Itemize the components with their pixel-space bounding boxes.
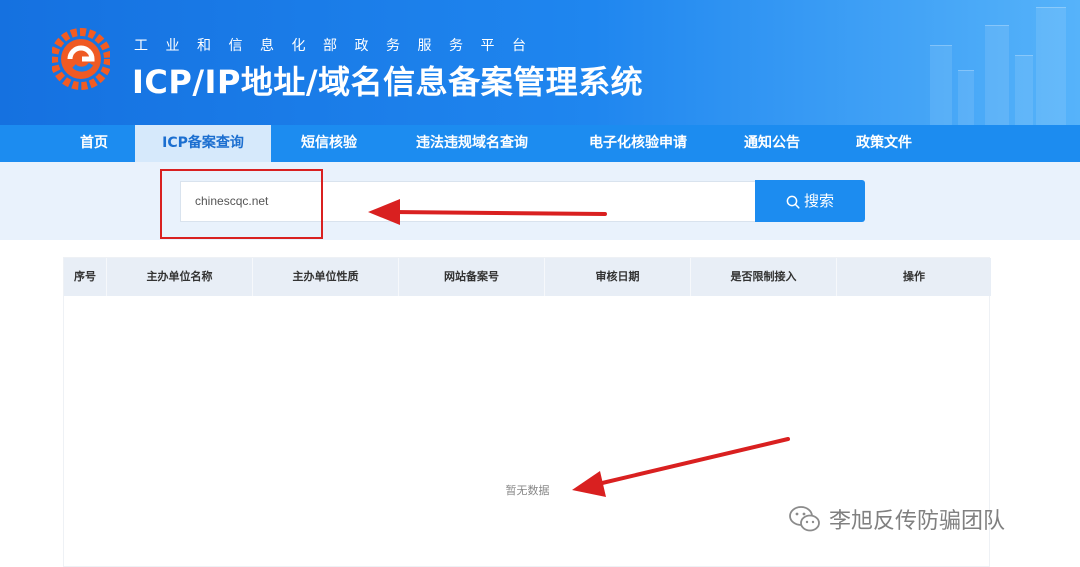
annotation-arrows — [368, 199, 790, 497]
wechat-icon — [789, 506, 820, 532]
watermark: 李旭反传防骗团队 — [788, 503, 1005, 539]
watermark-text: 李旭反传防骗团队 — [829, 509, 1006, 534]
annotation-arrow-search — [368, 199, 607, 225]
annotation-arrow-empty — [572, 437, 790, 497]
